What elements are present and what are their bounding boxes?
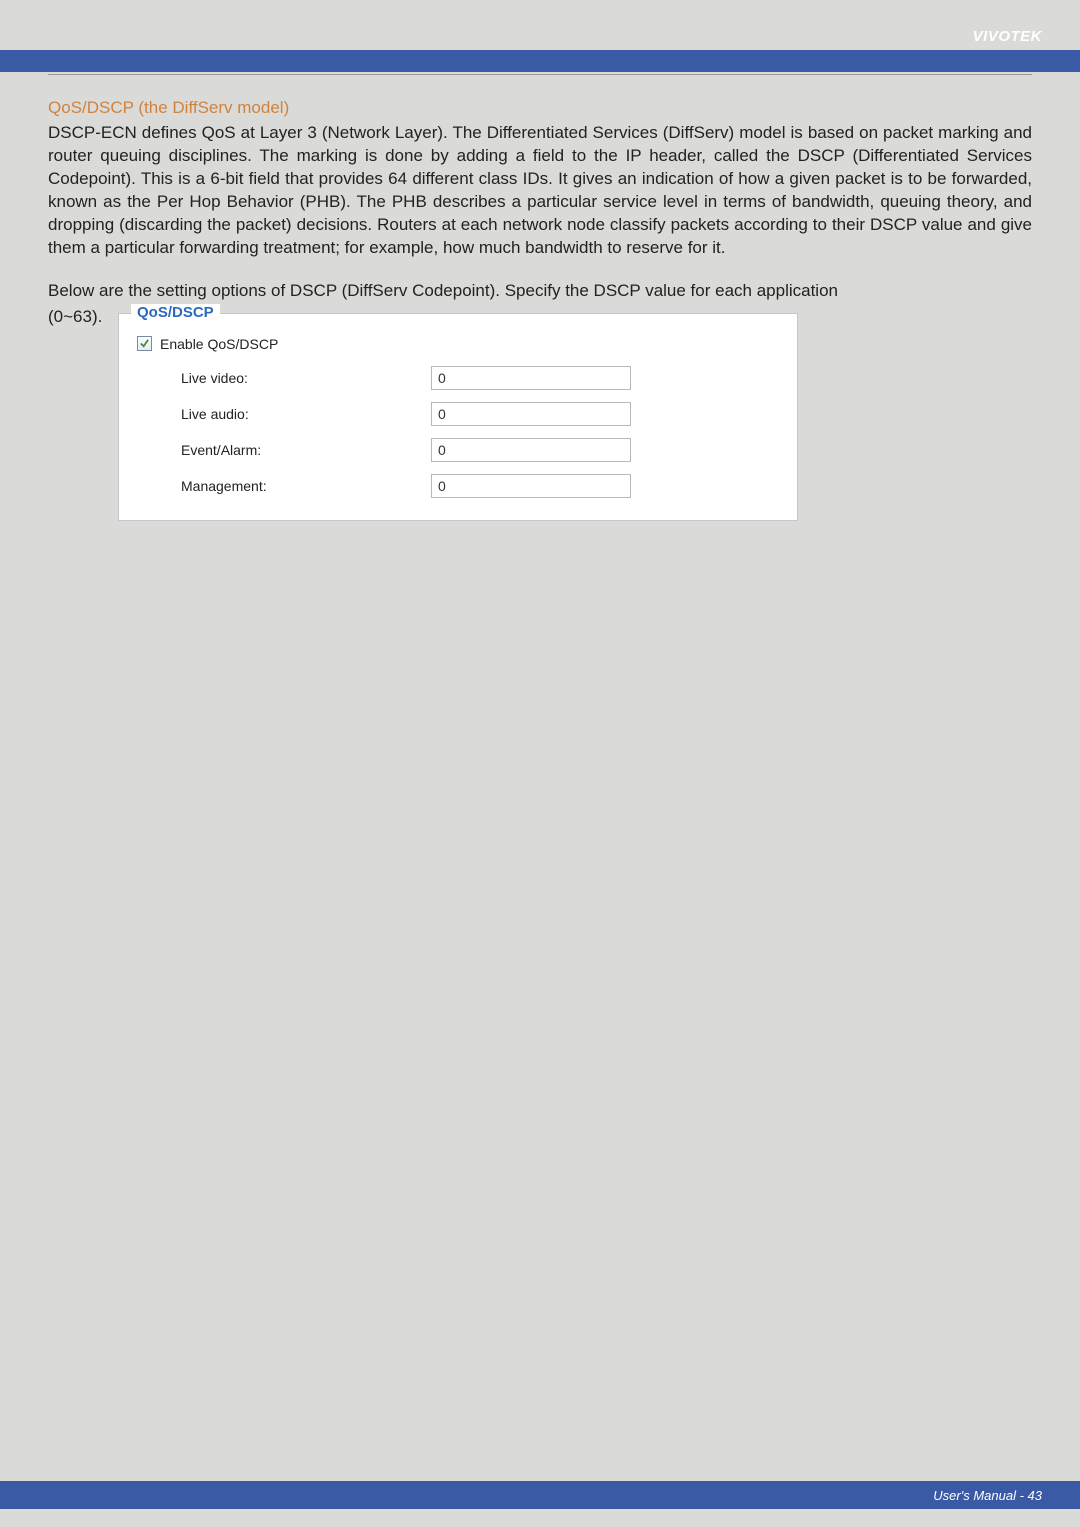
live-audio-input[interactable] bbox=[431, 402, 631, 426]
live-video-input[interactable] bbox=[431, 366, 631, 390]
management-input[interactable] bbox=[431, 474, 631, 498]
panel-legend: QoS/DSCP bbox=[131, 304, 220, 321]
qos-dscp-panel: QoS/DSCP Enable QoS/DSCP Live video: Liv… bbox=[118, 313, 798, 521]
page-footer: User's Manual - 43 bbox=[0, 1467, 1080, 1527]
check-icon bbox=[139, 338, 150, 349]
paragraph-2: Below are the setting options of DSCP (D… bbox=[48, 280, 1032, 303]
management-label: Management: bbox=[181, 478, 431, 494]
enable-qos-checkbox[interactable] bbox=[137, 336, 152, 351]
brand-label: VIVOTEK bbox=[973, 28, 1042, 45]
live-video-row: Live video: bbox=[137, 366, 781, 390]
page-content: QoS/DSCP (the DiffServ model) DSCP-ECN d… bbox=[0, 72, 1080, 521]
range-label: (0~63). bbox=[48, 307, 118, 327]
management-row: Management: bbox=[137, 474, 781, 498]
event-alarm-input[interactable] bbox=[431, 438, 631, 462]
live-audio-row: Live audio: bbox=[137, 402, 781, 426]
paragraph-1: DSCP-ECN defines QoS at Layer 3 (Network… bbox=[48, 122, 1032, 260]
section-title: QoS/DSCP (the DiffServ model) bbox=[48, 98, 1032, 118]
page-header: VIVOTEK bbox=[0, 0, 1080, 72]
live-video-label: Live video: bbox=[181, 370, 431, 386]
enable-qos-label: Enable QoS/DSCP bbox=[160, 336, 278, 352]
enable-row: Enable QoS/DSCP bbox=[137, 336, 781, 352]
footer-text: User's Manual - 43 bbox=[933, 1488, 1042, 1503]
header-bar bbox=[0, 50, 1080, 72]
event-alarm-row: Event/Alarm: bbox=[137, 438, 781, 462]
header-divider bbox=[48, 74, 1032, 75]
live-audio-label: Live audio: bbox=[181, 406, 431, 422]
footer-bar: User's Manual - 43 bbox=[0, 1481, 1080, 1509]
event-alarm-label: Event/Alarm: bbox=[181, 442, 431, 458]
